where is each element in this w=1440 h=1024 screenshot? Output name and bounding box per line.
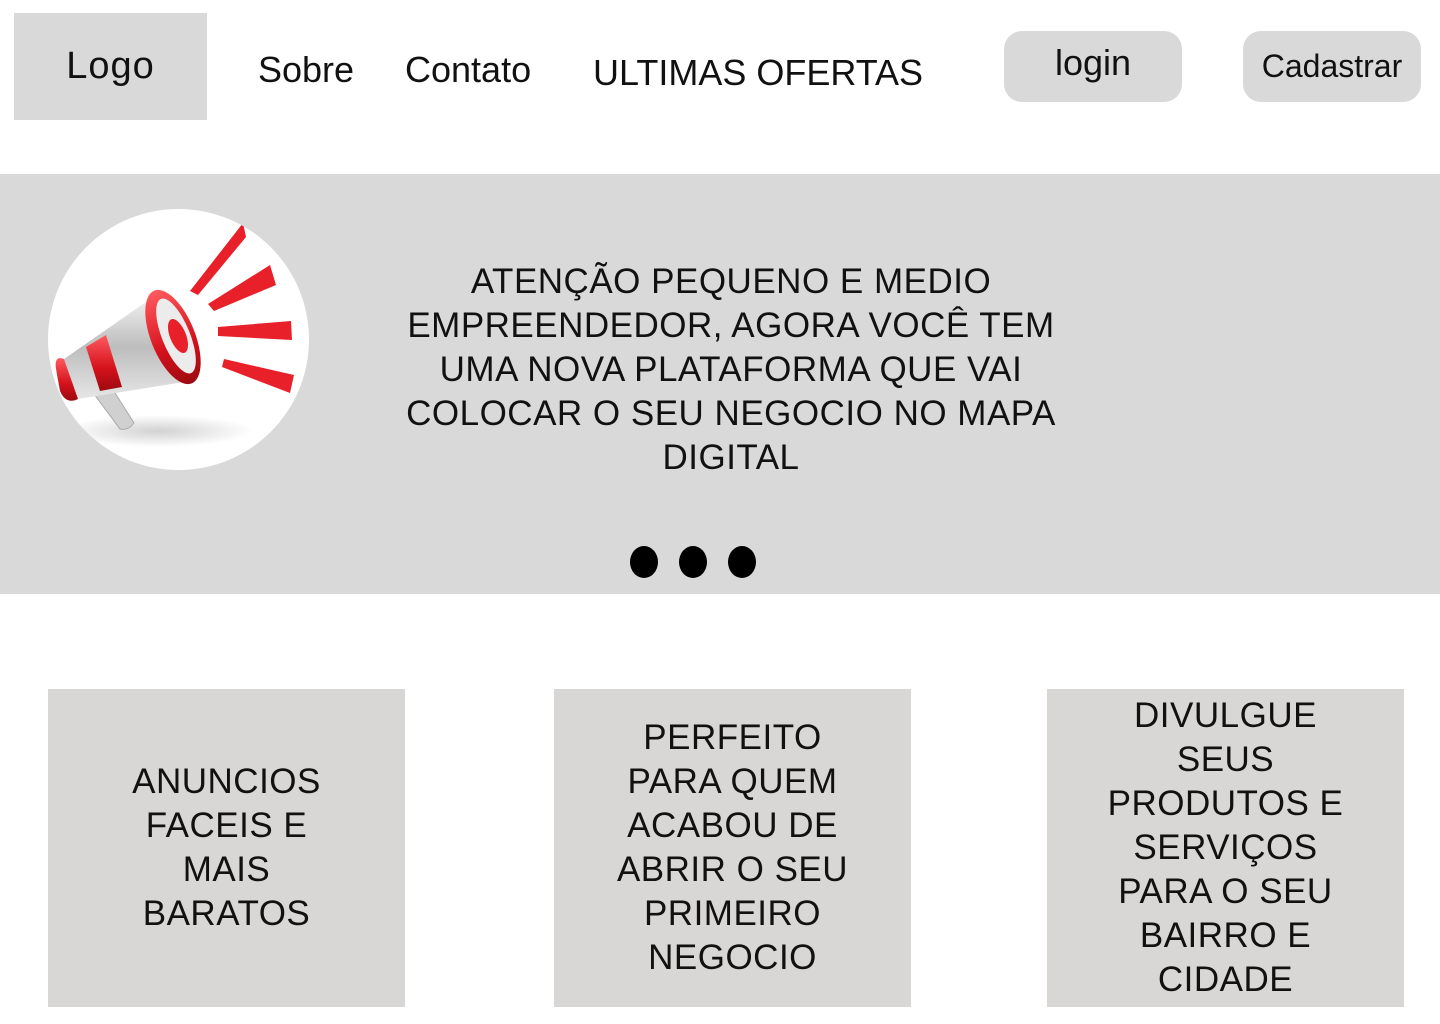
carousel-indicators bbox=[630, 546, 756, 578]
feature-card: PERFEITO PARA QUEM ACABOU DE ABRIR O SEU… bbox=[554, 689, 911, 1007]
login-button[interactable]: login bbox=[1004, 31, 1182, 102]
signup-button-label: Cadastrar bbox=[1261, 48, 1403, 84]
hero-image bbox=[48, 209, 309, 470]
nav-link-about[interactable]: Sobre bbox=[258, 50, 354, 90]
logo[interactable]: Logo bbox=[14, 13, 207, 120]
feature-card-text: DIVULGUE SEUS PRODUTOS E SERVIÇOS PARA O… bbox=[1107, 696, 1344, 999]
logo-label: Logo bbox=[66, 45, 155, 87]
carousel-dot-2[interactable] bbox=[679, 546, 707, 578]
carousel-dot-1[interactable] bbox=[630, 546, 658, 578]
megaphone-icon bbox=[55, 223, 294, 447]
signup-button[interactable]: Cadastrar bbox=[1243, 31, 1421, 102]
login-button-label: login bbox=[1054, 41, 1132, 83]
feature-card-text: ANUNCIOS FACEIS E MAIS BARATOS bbox=[132, 762, 321, 933]
feature-card: DIVULGUE SEUS PRODUTOS E SERVIÇOS PARA O… bbox=[1047, 689, 1404, 1007]
feature-card: ANUNCIOS FACEIS E MAIS BARATOS bbox=[48, 689, 405, 1007]
nav-link-contact[interactable]: Contato bbox=[405, 50, 531, 90]
hero-message: ATENÇÃO PEQUENO E MEDIO EMPREENDEDOR, AG… bbox=[406, 262, 1056, 477]
nav-link-offers[interactable]: ULTIMAS OFERTAS bbox=[593, 53, 923, 93]
carousel-dot-3[interactable] bbox=[728, 546, 756, 578]
feature-card-text: PERFEITO PARA QUEM ACABOU DE ABRIR O SEU… bbox=[616, 718, 849, 977]
hero-banner: ATENÇÃO PEQUENO E MEDIO EMPREENDEDOR, AG… bbox=[0, 174, 1440, 594]
